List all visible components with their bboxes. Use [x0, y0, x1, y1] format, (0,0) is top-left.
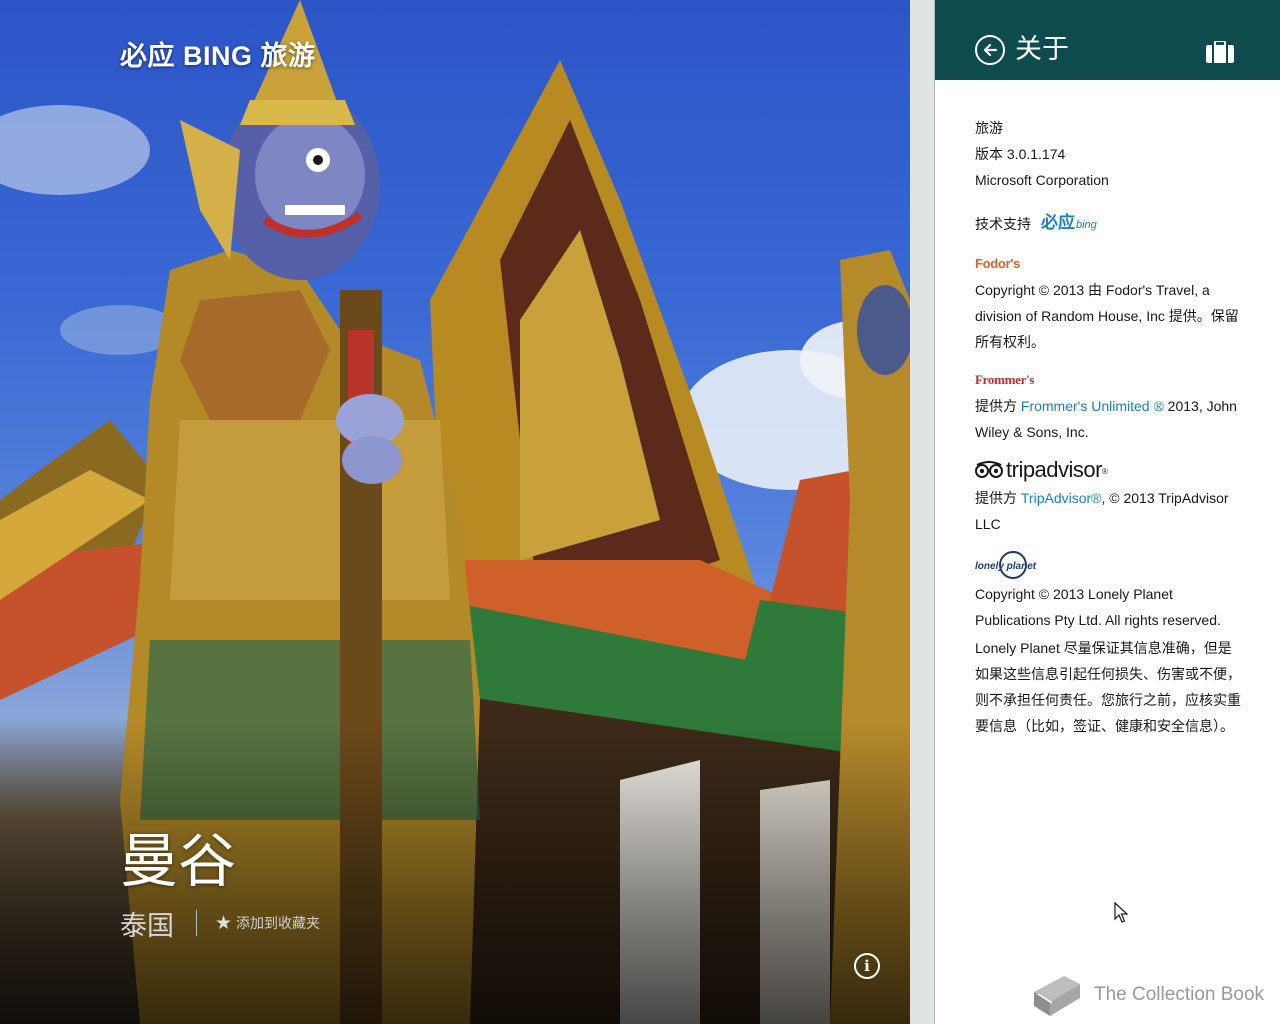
support-row: 技术支持 必应 bing: [975, 209, 1245, 239]
city-name: 曼谷: [120, 827, 237, 895]
country-name: 泰国: [120, 910, 174, 942]
back-button[interactable]: [975, 35, 1005, 65]
divider: [196, 910, 197, 936]
svg-text:lonely planet: lonely planet: [975, 561, 1037, 572]
panel-title: 关于: [1015, 34, 1069, 65]
hero-image: 必应 BING 旅游 曼谷 泰国 ★ 添加到收藏夹 i: [0, 0, 910, 1024]
book-icon: [1034, 976, 1080, 1016]
add-to-favorites-label: 添加到收藏夹: [236, 916, 321, 932]
app-name: 旅游: [975, 120, 1003, 136]
add-to-favorites-button[interactable]: ★ 添加到收藏夹: [215, 912, 320, 934]
star-icon: ★: [215, 912, 233, 934]
frommers-logo: Frommer's: [975, 372, 1035, 387]
destination-subline: 泰国 ★ 添加到收藏夹: [120, 904, 320, 942]
tripadvisor-logo: tripadvisor ®: [975, 457, 1245, 483]
watermark: The Collection Book: [1030, 972, 1264, 1018]
tripadvisor-logo-text: tripadvisor: [1006, 457, 1102, 482]
background-strip: [910, 0, 935, 1024]
about-panel: 关于 旅游 版本 3.0.1.174 Microsoft Corporation…: [935, 0, 1280, 1024]
fodors-copyright: Copyright © 2013 由 Fodor's Travel, a div…: [975, 282, 1239, 350]
about-content: 旅游 版本 3.0.1.174 Microsoft Corporation 技术…: [975, 115, 1245, 739]
lonely-planet-globe-icon: lonely planet: [975, 551, 1037, 579]
lonely-planet-disclaimer: Lonely Planet 尽量保证其信息准确，但是如果这些信息引起任何损失、伤…: [975, 640, 1241, 734]
mouse-cursor-icon: [1114, 902, 1128, 923]
luggage-icon[interactable]: [1206, 41, 1234, 63]
publisher: Microsoft Corporation: [975, 172, 1109, 188]
fodors-logo: Fodor's: [975, 256, 1021, 271]
frommers-prefix: 提供方: [975, 398, 1021, 414]
watermark-text: The Collection Book: [1094, 984, 1265, 1005]
bing-logo-text: 必应: [1041, 213, 1075, 232]
lonely-planet-logo: lonely planet: [975, 551, 1245, 579]
tripadvisor-logo-mark: ®: [1101, 467, 1108, 476]
frommers-link[interactable]: Frommer's Unlimited ®: [1021, 398, 1164, 414]
support-label: 技术支持: [975, 216, 1031, 232]
bing-logo-suffix: bing: [1076, 219, 1097, 231]
frommers-credit: 提供方 Frommer's Unlimited ® 2013, John Wil…: [975, 393, 1245, 445]
tripadvisor-credit: 提供方 TripAdvisor®, © 2013 TripAdvisor LLC: [975, 485, 1245, 537]
tripadvisor-link[interactable]: TripAdvisor®: [1021, 490, 1102, 506]
panel-header: 关于: [935, 0, 1280, 80]
info-icon[interactable]: i: [854, 953, 880, 979]
app-title: 必应 BING 旅游: [120, 41, 316, 71]
tripadvisor-prefix: 提供方: [975, 490, 1021, 506]
back-arrow-icon: [983, 43, 998, 57]
owl-eyes-icon: [975, 461, 1003, 478]
lonely-planet-copyright: Copyright © 2013 Lonely Planet Publicati…: [975, 586, 1221, 628]
bing-logo[interactable]: 必应 bing: [1041, 210, 1097, 238]
version: 版本 3.0.1.174: [975, 146, 1066, 162]
